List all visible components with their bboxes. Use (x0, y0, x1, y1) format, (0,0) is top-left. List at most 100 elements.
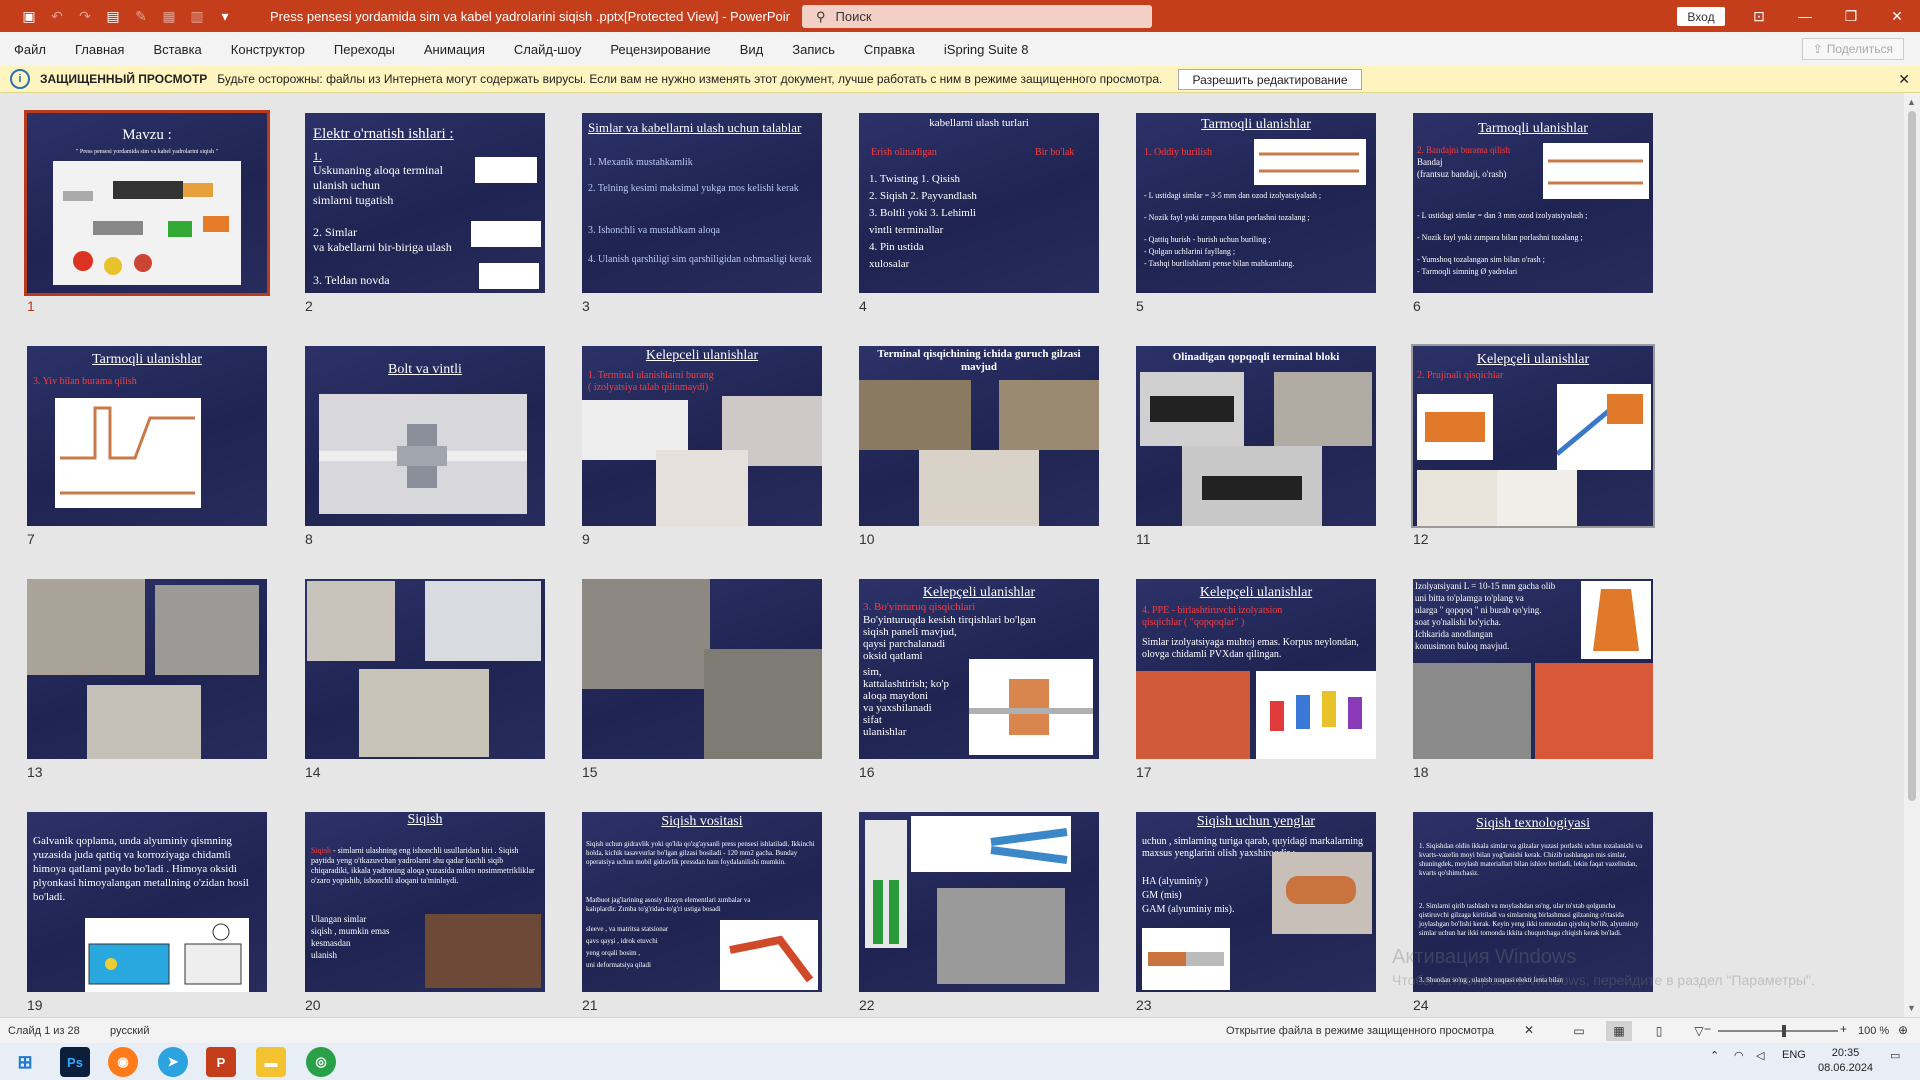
layout-icon[interactable]: ▦ (158, 5, 180, 27)
slide-thumbnail-8[interactable]: Bolt va vintli (305, 346, 545, 526)
tab-animations[interactable]: Анимация (424, 42, 485, 57)
slide-thumbnail-22[interactable] (859, 812, 1099, 992)
draw-icon[interactable]: ✎ (130, 5, 152, 27)
slide-text: GAM (alyuminiy mis). (1142, 904, 1235, 915)
zoom-slider-knob[interactable] (1782, 1025, 1786, 1037)
slide-thumbnail-6[interactable]: Tarmoqli ulanishlar 2. Bandajni burama q… (1413, 113, 1653, 293)
tray-chevron-icon[interactable]: ⌃ (1710, 1049, 1719, 1062)
slide-thumbnail-12[interactable]: Kelepçeli ulanishlar 2. Prujinali qisqic… (1411, 344, 1655, 528)
notifications-icon[interactable]: ▭ (1890, 1049, 1900, 1062)
sign-in-button[interactable]: Вход (1677, 7, 1725, 26)
scroll-thumb[interactable] (1908, 111, 1916, 801)
file-explorer-icon[interactable]: ▬ (256, 1047, 286, 1077)
connector-photo-2 (425, 581, 541, 661)
normal-view-icon[interactable]: ▭ (1566, 1021, 1592, 1041)
slide-text: Galvanik qoplama, unda alyuminiy qismnin… (33, 835, 249, 903)
zoom-in-icon[interactable]: + (1840, 1022, 1847, 1036)
tab-insert[interactable]: Вставка (153, 42, 201, 57)
slide-thumbnail-19[interactable]: Galvanik qoplama, unda alyuminiy qismnin… (27, 812, 267, 992)
clip-in-use-photo (704, 649, 822, 759)
slide-text: 2. Telning kesimi maksimal yukga mos kel… (588, 183, 799, 194)
zoom-slider[interactable] (1718, 1025, 1838, 1037)
minimize-icon[interactable]: — (1782, 0, 1828, 32)
tab-record[interactable]: Запись (792, 42, 835, 57)
tab-home[interactable]: Главная (75, 42, 124, 57)
restore-icon[interactable]: ❐ (1828, 0, 1874, 32)
system-clock[interactable]: 20:35 08.06.2024 (1818, 1046, 1873, 1076)
share-label: Поделиться (1826, 42, 1893, 56)
tab-ispring[interactable]: iSpring Suite 8 (944, 42, 1029, 57)
tab-view[interactable]: Вид (740, 42, 764, 57)
customize-qat-icon[interactable]: ▾ (214, 5, 236, 27)
tab-transitions[interactable]: Переходы (334, 42, 395, 57)
slide-thumbnail-16[interactable]: Kelepçeli ulanishlar 3. Bo'yinturuq qisq… (859, 579, 1099, 759)
slide-thumbnail-14[interactable] (305, 579, 545, 759)
tab-design[interactable]: Конструктор (231, 42, 305, 57)
scroll-up-icon[interactable]: ▲ (1907, 97, 1916, 107)
dismiss-icon[interactable]: ✕ (1524, 1023, 1534, 1037)
share-button[interactable]: ⇪ Поделиться (1801, 38, 1904, 60)
slide-text: - Nozik fayl yoki zımpara bilan porlashn… (1417, 233, 1583, 242)
slide-thumbnail-10[interactable]: Terminal qisqichining ichida guruch gilz… (859, 346, 1099, 526)
slide-thumbnail-3[interactable]: Simlar va kabellarni ulash uchun talabla… (582, 113, 822, 293)
search-box[interactable]: ⚲ Поиск (802, 5, 1152, 28)
scroll-down-icon[interactable]: ▼ (1907, 1003, 1916, 1013)
slide-sorter-view-icon[interactable]: ▦ (1606, 1021, 1632, 1041)
slide-thumbnail-4[interactable]: kabellarni ulash turlari Erish olinadiga… (859, 113, 1099, 293)
firefox-icon[interactable]: ◉ (108, 1047, 138, 1077)
slide-text: qaysi parchalanadi (863, 638, 946, 650)
present-icon[interactable]: ▤ (102, 5, 124, 27)
slide-thumbnail-23[interactable]: Siqish uchun yenglar uchun , simlarning … (1136, 812, 1376, 992)
undo-icon[interactable]: ↶ (46, 5, 68, 27)
slide-thumbnail-5[interactable]: Tarmoqli ulanishlar 1. Oddiy burilish - … (1136, 113, 1376, 293)
slide-number: 17 (1136, 764, 1152, 780)
slide-title: Olinadigan qopqoqli terminal bloki (1172, 351, 1340, 363)
slide-thumbnail-21[interactable]: Siqish vositasi Siqish uchun gidravlik y… (582, 812, 822, 992)
slide-thumbnail-1[interactable]: Mavzu : " Press pensesi yordamida sim va… (24, 110, 270, 296)
slide-thumbnail-7[interactable]: Tarmoqli ulanishlar 3. Yiv bilan burama … (27, 346, 267, 526)
input-language[interactable]: ENG (1782, 1049, 1806, 1061)
save-icon[interactable]: ▣ (18, 5, 40, 27)
spring-clamp-photo-3 (1417, 470, 1497, 526)
zoom-out-icon[interactable]: − (1704, 1022, 1711, 1036)
table-icon[interactable]: ▥ (186, 5, 208, 27)
tab-file[interactable]: Файл (14, 42, 46, 57)
slide-title: Elektr o'rnatish ishlari : (313, 126, 454, 142)
tab-review[interactable]: Рецензирование (610, 42, 710, 57)
chrome-icon[interactable]: ◎ (306, 1047, 336, 1077)
language-indicator[interactable]: русский (110, 1025, 310, 1037)
spring-clamp-photo-4 (1497, 470, 1577, 526)
photoshop-icon[interactable]: Ps (60, 1047, 90, 1077)
zoom-level[interactable]: 100 % (1858, 1025, 1889, 1037)
slide-thumbnail-20[interactable]: Siqish Siqish - simlarni ulashning eng i… (305, 812, 545, 992)
enable-editing-button[interactable]: Разрешить редактирование (1178, 69, 1362, 90)
slide-thumbnail-9[interactable]: Kelepceli ulanishlar 1. Terminal ulanish… (582, 346, 822, 526)
slide-thumbnail-2[interactable]: Elektr o'rnatish ishlari : 1. Uskunaning… (305, 113, 545, 293)
reading-view-icon[interactable]: ▯ (1646, 1021, 1672, 1041)
fit-to-window-icon[interactable]: ⊕ (1898, 1023, 1908, 1037)
windows-start-icon[interactable]: ⊞ (10, 1047, 40, 1077)
slide-number: 5 (1136, 298, 1144, 314)
slide-thumbnail-15[interactable] (582, 579, 822, 759)
slide-thumbnail-11[interactable]: Olinadigan qopqoqli terminal bloki (1136, 346, 1376, 526)
redo-icon[interactable]: ↷ (74, 5, 96, 27)
ribbon-display-icon[interactable]: ⊡ (1736, 0, 1782, 32)
volume-icon[interactable]: ◁ (1756, 1049, 1764, 1062)
slide-number: 20 (305, 997, 321, 1013)
close-bar-icon[interactable]: ✕ (1898, 71, 1910, 88)
vertical-scrollbar[interactable]: ▲ ▼ (1904, 93, 1920, 1017)
slide-number: 3 (582, 298, 590, 314)
close-icon[interactable]: ✕ (1874, 0, 1920, 32)
powerpoint-icon[interactable]: P (206, 1047, 236, 1077)
slide-thumbnail-18[interactable]: Izolyatsiyani L = 10-15 mm gacha olib un… (1413, 579, 1653, 759)
wifi-icon[interactable]: ◠ (1734, 1049, 1744, 1062)
tab-help[interactable]: Справка (864, 42, 915, 57)
slide-text: Siqish uchun gidravlik yoki qo'lda qo'zg… (586, 840, 815, 866)
telegram-icon[interactable]: ➤ (158, 1047, 188, 1077)
tab-slideshow[interactable]: Слайд-шоу (514, 42, 581, 57)
slide-title: kabellarni ulash turlari (929, 117, 1029, 129)
slide-text: - Tarmoqli simning Ø yadrolari (1417, 267, 1518, 276)
slide-thumbnail-13[interactable] (27, 579, 267, 759)
slide-thumbnail-17[interactable]: Kelepçeli ulanishlar 4. PPE - birlashtir… (1136, 579, 1376, 759)
wago-photo-3 (87, 685, 201, 759)
